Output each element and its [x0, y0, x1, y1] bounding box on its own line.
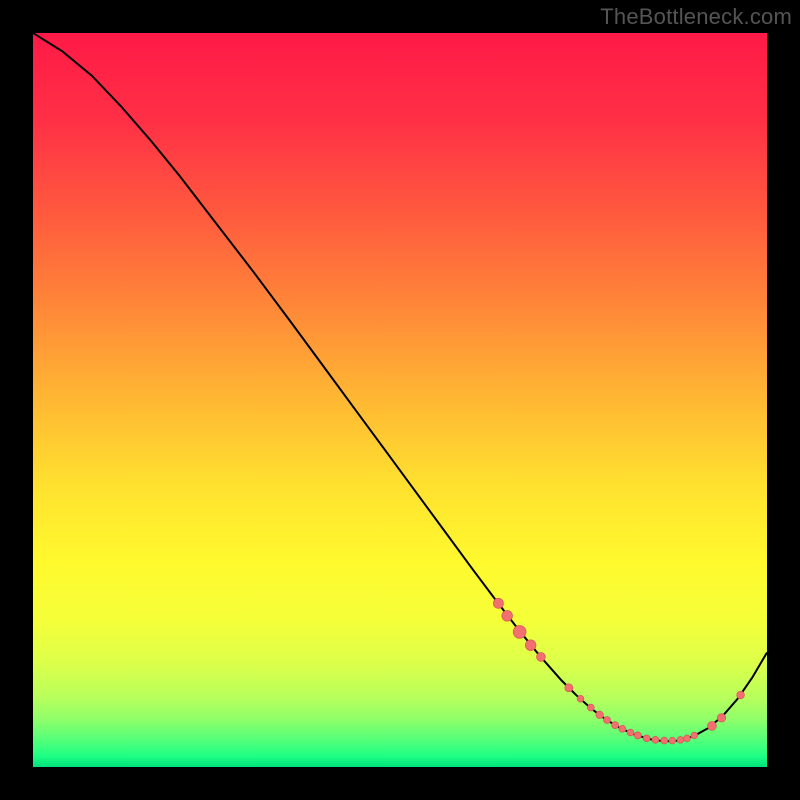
data-marker [737, 691, 745, 699]
data-marker [565, 684, 573, 692]
data-marker [525, 640, 536, 651]
data-marker [619, 725, 626, 732]
data-marker [677, 737, 684, 744]
data-marker [577, 695, 584, 702]
data-marker [612, 722, 619, 729]
data-marker [684, 735, 691, 742]
data-marker [502, 611, 513, 622]
data-marker [634, 732, 641, 739]
data-marker [708, 722, 717, 731]
bottleneck-chart [33, 33, 767, 767]
data-marker [537, 653, 546, 662]
data-marker [513, 626, 526, 639]
gradient-background [33, 33, 767, 767]
chart-container: TheBottleneck.com [0, 0, 800, 800]
data-marker [652, 736, 659, 743]
data-marker [691, 732, 698, 739]
data-marker [669, 737, 676, 744]
data-marker [493, 598, 503, 608]
attribution-text: TheBottleneck.com [600, 4, 792, 30]
data-marker [627, 729, 634, 736]
data-marker [603, 717, 610, 724]
data-marker [596, 711, 603, 718]
chart-svg [33, 33, 767, 767]
data-marker [661, 737, 668, 744]
data-marker [643, 735, 650, 742]
data-marker [717, 714, 725, 722]
data-marker [587, 704, 594, 711]
